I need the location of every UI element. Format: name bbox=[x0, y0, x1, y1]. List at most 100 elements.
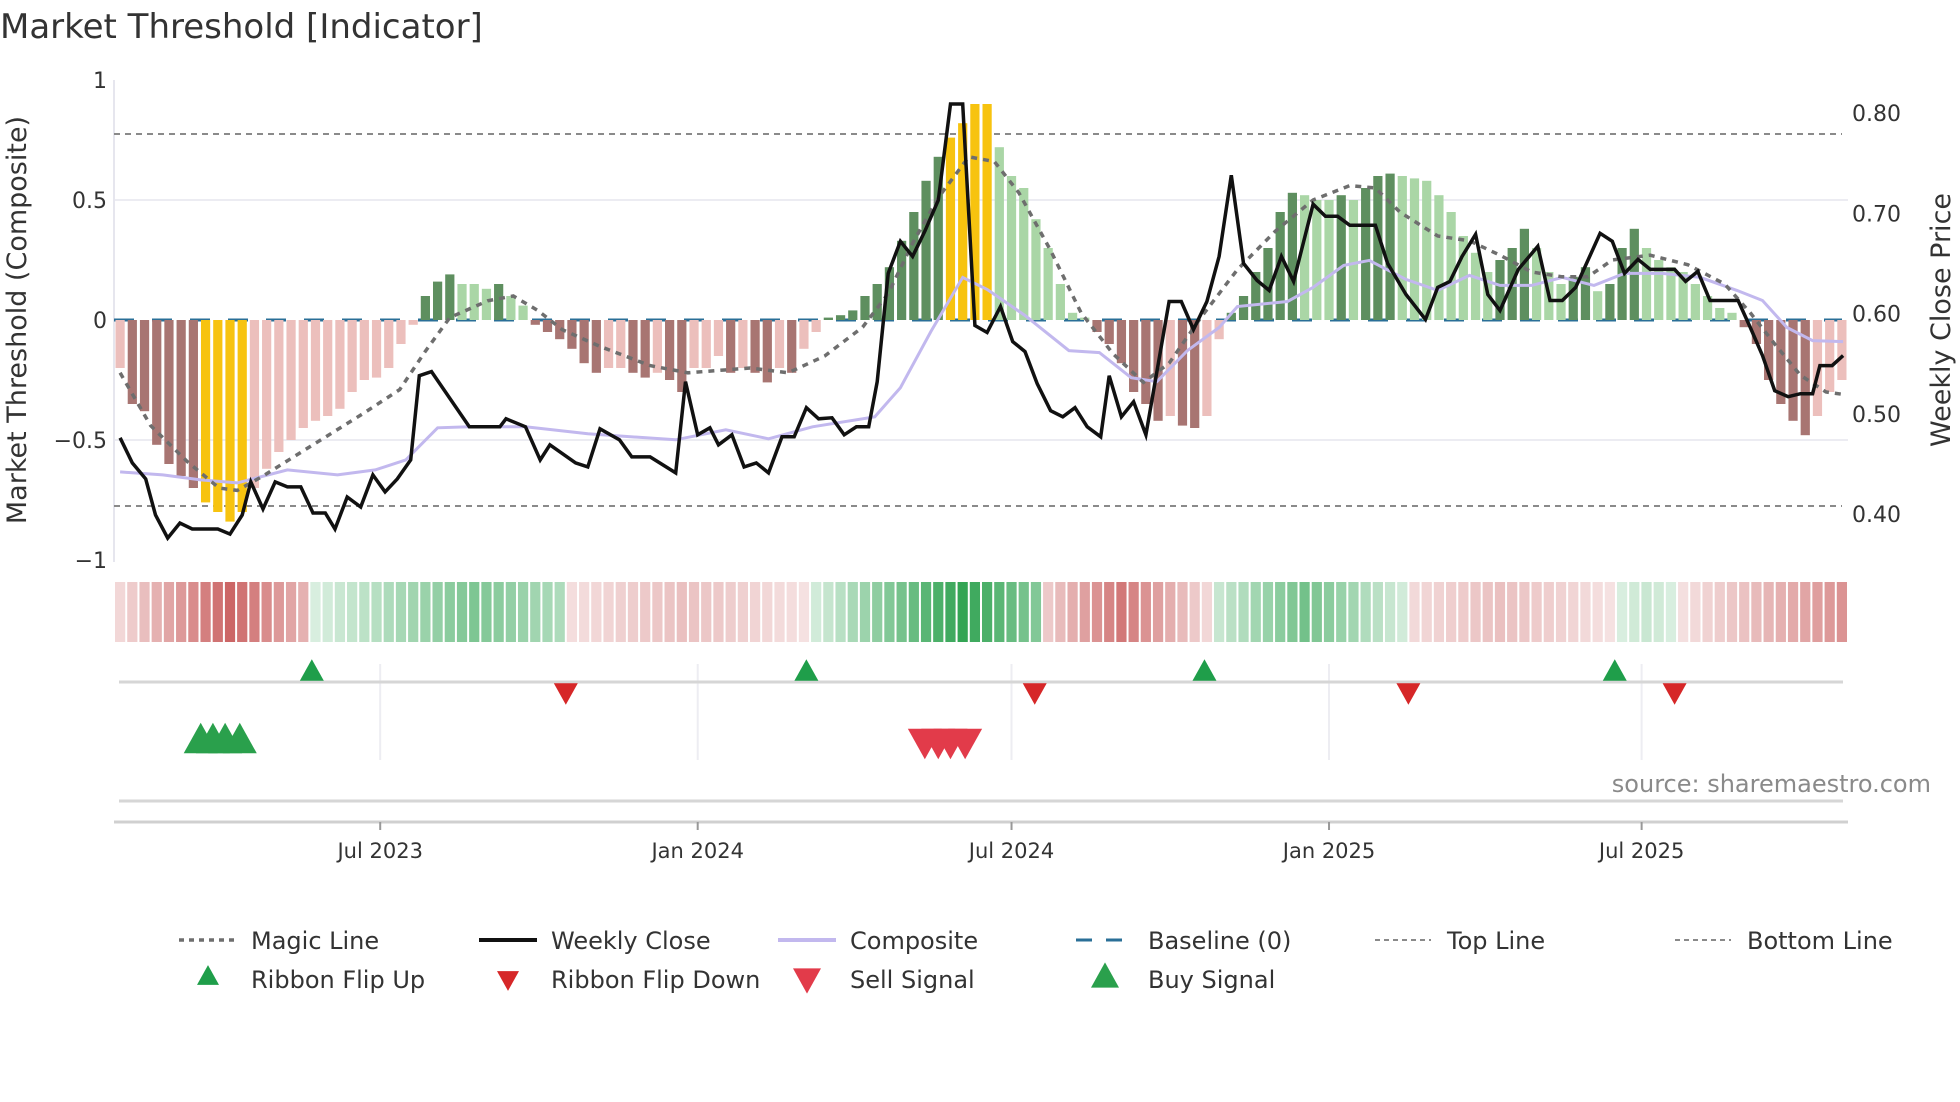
ribbon-cell bbox=[1421, 582, 1432, 642]
ribbon-cell bbox=[1262, 582, 1274, 642]
legend-label: Sell Signal bbox=[850, 966, 975, 994]
ribbon-cell bbox=[481, 582, 492, 642]
composite-bar bbox=[689, 320, 699, 368]
ribbon-cell bbox=[1067, 582, 1078, 642]
ribbon-flip-down-marker bbox=[1662, 683, 1687, 705]
composite-bar bbox=[1043, 248, 1053, 320]
composite-bar bbox=[274, 320, 284, 452]
composite-bar bbox=[518, 305, 528, 320]
ribbon-cell bbox=[640, 582, 651, 642]
ribbon-cell bbox=[383, 582, 394, 642]
ribbon-cell bbox=[200, 582, 211, 642]
ribbon-cell bbox=[994, 582, 1005, 642]
composite-bar bbox=[726, 320, 736, 373]
ribbon-cell bbox=[432, 582, 443, 642]
y2-tick-label: 0.50 bbox=[1852, 403, 1901, 428]
composite-bar bbox=[1446, 212, 1456, 320]
ribbon-cell bbox=[701, 582, 712, 642]
ribbon-cell bbox=[1275, 582, 1286, 642]
composite-bar bbox=[677, 320, 687, 392]
legend-label: Buy Signal bbox=[1148, 966, 1275, 994]
ribbon-cell bbox=[1592, 582, 1603, 642]
composite-bar bbox=[1690, 284, 1700, 320]
y2-tick-label: 0.70 bbox=[1852, 202, 1901, 227]
ribbon-cell bbox=[1702, 582, 1713, 642]
ribbon-cell bbox=[285, 582, 297, 642]
ribbon-cell bbox=[261, 582, 272, 642]
ribbon-cell bbox=[127, 582, 138, 642]
composite-bar bbox=[640, 320, 650, 378]
composite-bar bbox=[1434, 195, 1444, 320]
left-y-axis: 1 0.5 0 −0.5 −1 bbox=[54, 69, 107, 574]
composite-bar bbox=[262, 320, 272, 469]
ribbon-cell bbox=[1152, 582, 1164, 642]
ribbon-cell bbox=[908, 582, 919, 642]
ribbon-cell bbox=[1128, 582, 1139, 642]
ribbon-cell bbox=[1384, 582, 1396, 642]
ribbon-cell bbox=[505, 582, 516, 642]
ribbon-cell bbox=[749, 582, 761, 642]
ribbon-cell bbox=[1250, 582, 1261, 642]
composite-bar bbox=[848, 310, 858, 320]
legend: Magic Line Weekly Close Composite Baseline … bbox=[179, 927, 1893, 994]
composite-bar bbox=[506, 296, 516, 320]
ribbon-cell bbox=[896, 582, 907, 642]
ribbon-cell bbox=[1201, 582, 1213, 642]
ribbon-flip-up-marker bbox=[1192, 659, 1217, 681]
ribbon-cell bbox=[774, 582, 785, 642]
legend-label: Composite bbox=[850, 927, 978, 955]
legend-sell-signal-icon bbox=[793, 968, 821, 994]
ribbon-cell bbox=[1140, 582, 1151, 642]
right-y-axis: 0.80 0.70 0.60 0.50 0.40 bbox=[1852, 102, 1901, 528]
ribbon-cell bbox=[933, 582, 944, 642]
composite-bar bbox=[909, 212, 919, 320]
y-tick-label: 0 bbox=[93, 309, 107, 334]
ribbon-cell bbox=[688, 582, 700, 642]
composite-bar bbox=[1190, 320, 1200, 428]
ribbon-cell bbox=[371, 582, 382, 642]
ribbon-cell bbox=[1519, 582, 1530, 642]
composite-bar bbox=[1348, 200, 1359, 320]
ribbon-cell bbox=[517, 582, 529, 642]
ribbon-cell bbox=[945, 582, 956, 642]
ribbon-cell bbox=[188, 582, 199, 642]
legend-label: Weekly Close bbox=[551, 927, 711, 955]
ribbon-cell bbox=[1055, 582, 1066, 642]
ribbon-cell bbox=[249, 582, 260, 642]
ribbon-cell bbox=[603, 582, 614, 642]
ribbon-cell bbox=[322, 582, 333, 642]
composite-bar bbox=[359, 320, 369, 380]
ribbon-cell bbox=[982, 582, 993, 642]
composite-bar bbox=[1336, 195, 1346, 320]
ribbon-flip-down-marker bbox=[1396, 683, 1421, 705]
composite-bar bbox=[1141, 320, 1151, 404]
composite-bar bbox=[774, 320, 785, 368]
ribbon-cell bbox=[1091, 582, 1103, 642]
legend-label: Ribbon Flip Down bbox=[551, 966, 760, 994]
ribbon-flip-up-marker bbox=[794, 659, 819, 681]
ribbon-cell bbox=[664, 582, 675, 642]
composite-bar bbox=[762, 320, 772, 383]
signal-panel bbox=[119, 659, 1843, 803]
composite-bar bbox=[1067, 312, 1078, 320]
ribbon-cell bbox=[1043, 582, 1054, 642]
composite-bar bbox=[139, 320, 150, 412]
composite-bar bbox=[1361, 188, 1371, 320]
composite-bar bbox=[127, 320, 137, 404]
ribbon-cell bbox=[811, 582, 822, 642]
ribbon-cell bbox=[1079, 582, 1090, 642]
ribbon-flip-down-marker bbox=[553, 683, 578, 705]
ribbon-cell bbox=[798, 582, 810, 642]
composite-bar bbox=[787, 320, 797, 373]
composite-bar bbox=[811, 320, 821, 332]
right-y-axis-label: Weekly Close Price bbox=[1926, 193, 1957, 447]
composite-bar bbox=[335, 320, 345, 409]
composite-bar bbox=[1837, 320, 1847, 380]
ribbon-cell bbox=[1446, 582, 1457, 642]
ribbon-cell bbox=[737, 582, 748, 642]
ribbon-cell bbox=[1531, 582, 1542, 642]
ribbon-cell bbox=[1824, 582, 1835, 642]
y-tick-label: −1 bbox=[75, 549, 107, 574]
composite-bar bbox=[1104, 320, 1114, 344]
ribbon-cell bbox=[1409, 582, 1420, 642]
